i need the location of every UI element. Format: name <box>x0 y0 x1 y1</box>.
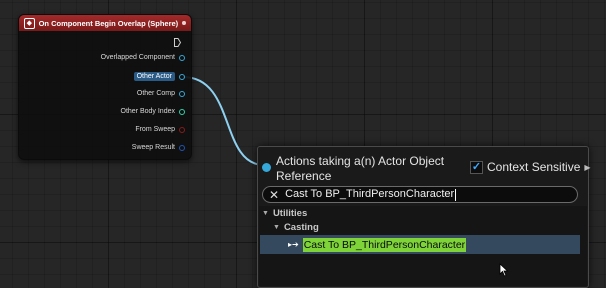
context-sensitive-toggle[interactable]: ✓ Context Sensitive ▶ <box>470 160 591 174</box>
category-label: Casting <box>283 222 319 233</box>
pin-overlapped-component[interactable]: Overlapped Component <box>101 54 185 61</box>
tree-triangle-icon[interactable]: ▼ <box>262 210 269 217</box>
node-title: On Component Begin Overlap (Sphere) <box>38 18 179 28</box>
pin-icon[interactable] <box>179 54 185 61</box>
category-casting[interactable]: ▼ Casting <box>273 222 319 233</box>
mouse-cursor-icon <box>499 263 509 277</box>
pin-sweep-result[interactable]: Sweep Result <box>132 144 185 151</box>
pin-other-body-index[interactable]: Other Body Index <box>121 108 185 115</box>
pin-other-comp[interactable]: Other Comp <box>137 90 185 97</box>
text-caret <box>455 188 457 201</box>
menu-title: Actions taking a(n) Actor Object Referen… <box>276 154 445 183</box>
search-input[interactable]: ✕ Cast To BP_ThirdPersonCharacter <box>262 186 578 203</box>
pin-other-actor[interactable]: Other Actor <box>133 72 185 81</box>
node-dot-icon <box>182 21 186 25</box>
object-pin-icon <box>262 163 271 172</box>
pin-icon[interactable] <box>179 144 185 151</box>
pin-icon[interactable] <box>179 90 185 97</box>
pin-label: From Sweep <box>135 126 175 133</box>
clear-icon[interactable]: ✕ <box>269 189 279 201</box>
pin-from-sweep[interactable]: From Sweep <box>135 126 185 133</box>
pin-label: Other Comp <box>136 90 175 97</box>
exec-pin-icon[interactable] <box>174 38 181 47</box>
checkbox-icon[interactable]: ✓ <box>470 160 483 174</box>
tree-triangle-icon[interactable]: ▼ <box>273 224 280 231</box>
event-icon: ◆ <box>24 17 35 29</box>
action-list[interactable]: ▼ Utilities ▼ Casting ▸➔ Cast To BP_Thir… <box>259 206 587 286</box>
cast-node-icon: ▸➔ <box>288 240 299 249</box>
action-item-label: Cast To BP_ThirdPersonCharacter <box>302 237 467 252</box>
pin-icon[interactable] <box>179 126 185 133</box>
pin-label: Other Body Index <box>120 108 175 115</box>
node-header[interactable]: ◆ On Component Begin Overlap (Sphere) <box>19 15 191 31</box>
category-label: Utilities <box>272 208 308 219</box>
action-menu[interactable]: Actions taking a(n) Actor Object Referen… <box>257 146 591 288</box>
action-item-cast[interactable]: ▸➔ Cast To BP_ThirdPersonCharacter <box>260 235 580 254</box>
chevron-right-icon[interactable]: ▶ <box>584 163 590 172</box>
event-node[interactable]: ◆ On Component Begin Overlap (Sphere) Ov… <box>18 14 192 160</box>
pin-icon[interactable] <box>179 108 185 115</box>
search-value: Cast To BP_ThirdPersonCharacter <box>285 188 455 201</box>
pin-label: Overlapped Component <box>100 54 175 61</box>
context-sensitive-label: Context Sensitive <box>487 160 581 174</box>
pin-label: Other Actor <box>133 72 175 81</box>
category-utilities[interactable]: ▼ Utilities <box>262 208 307 219</box>
pin-icon[interactable] <box>179 73 185 80</box>
pin-label: Sweep Result <box>131 144 175 151</box>
